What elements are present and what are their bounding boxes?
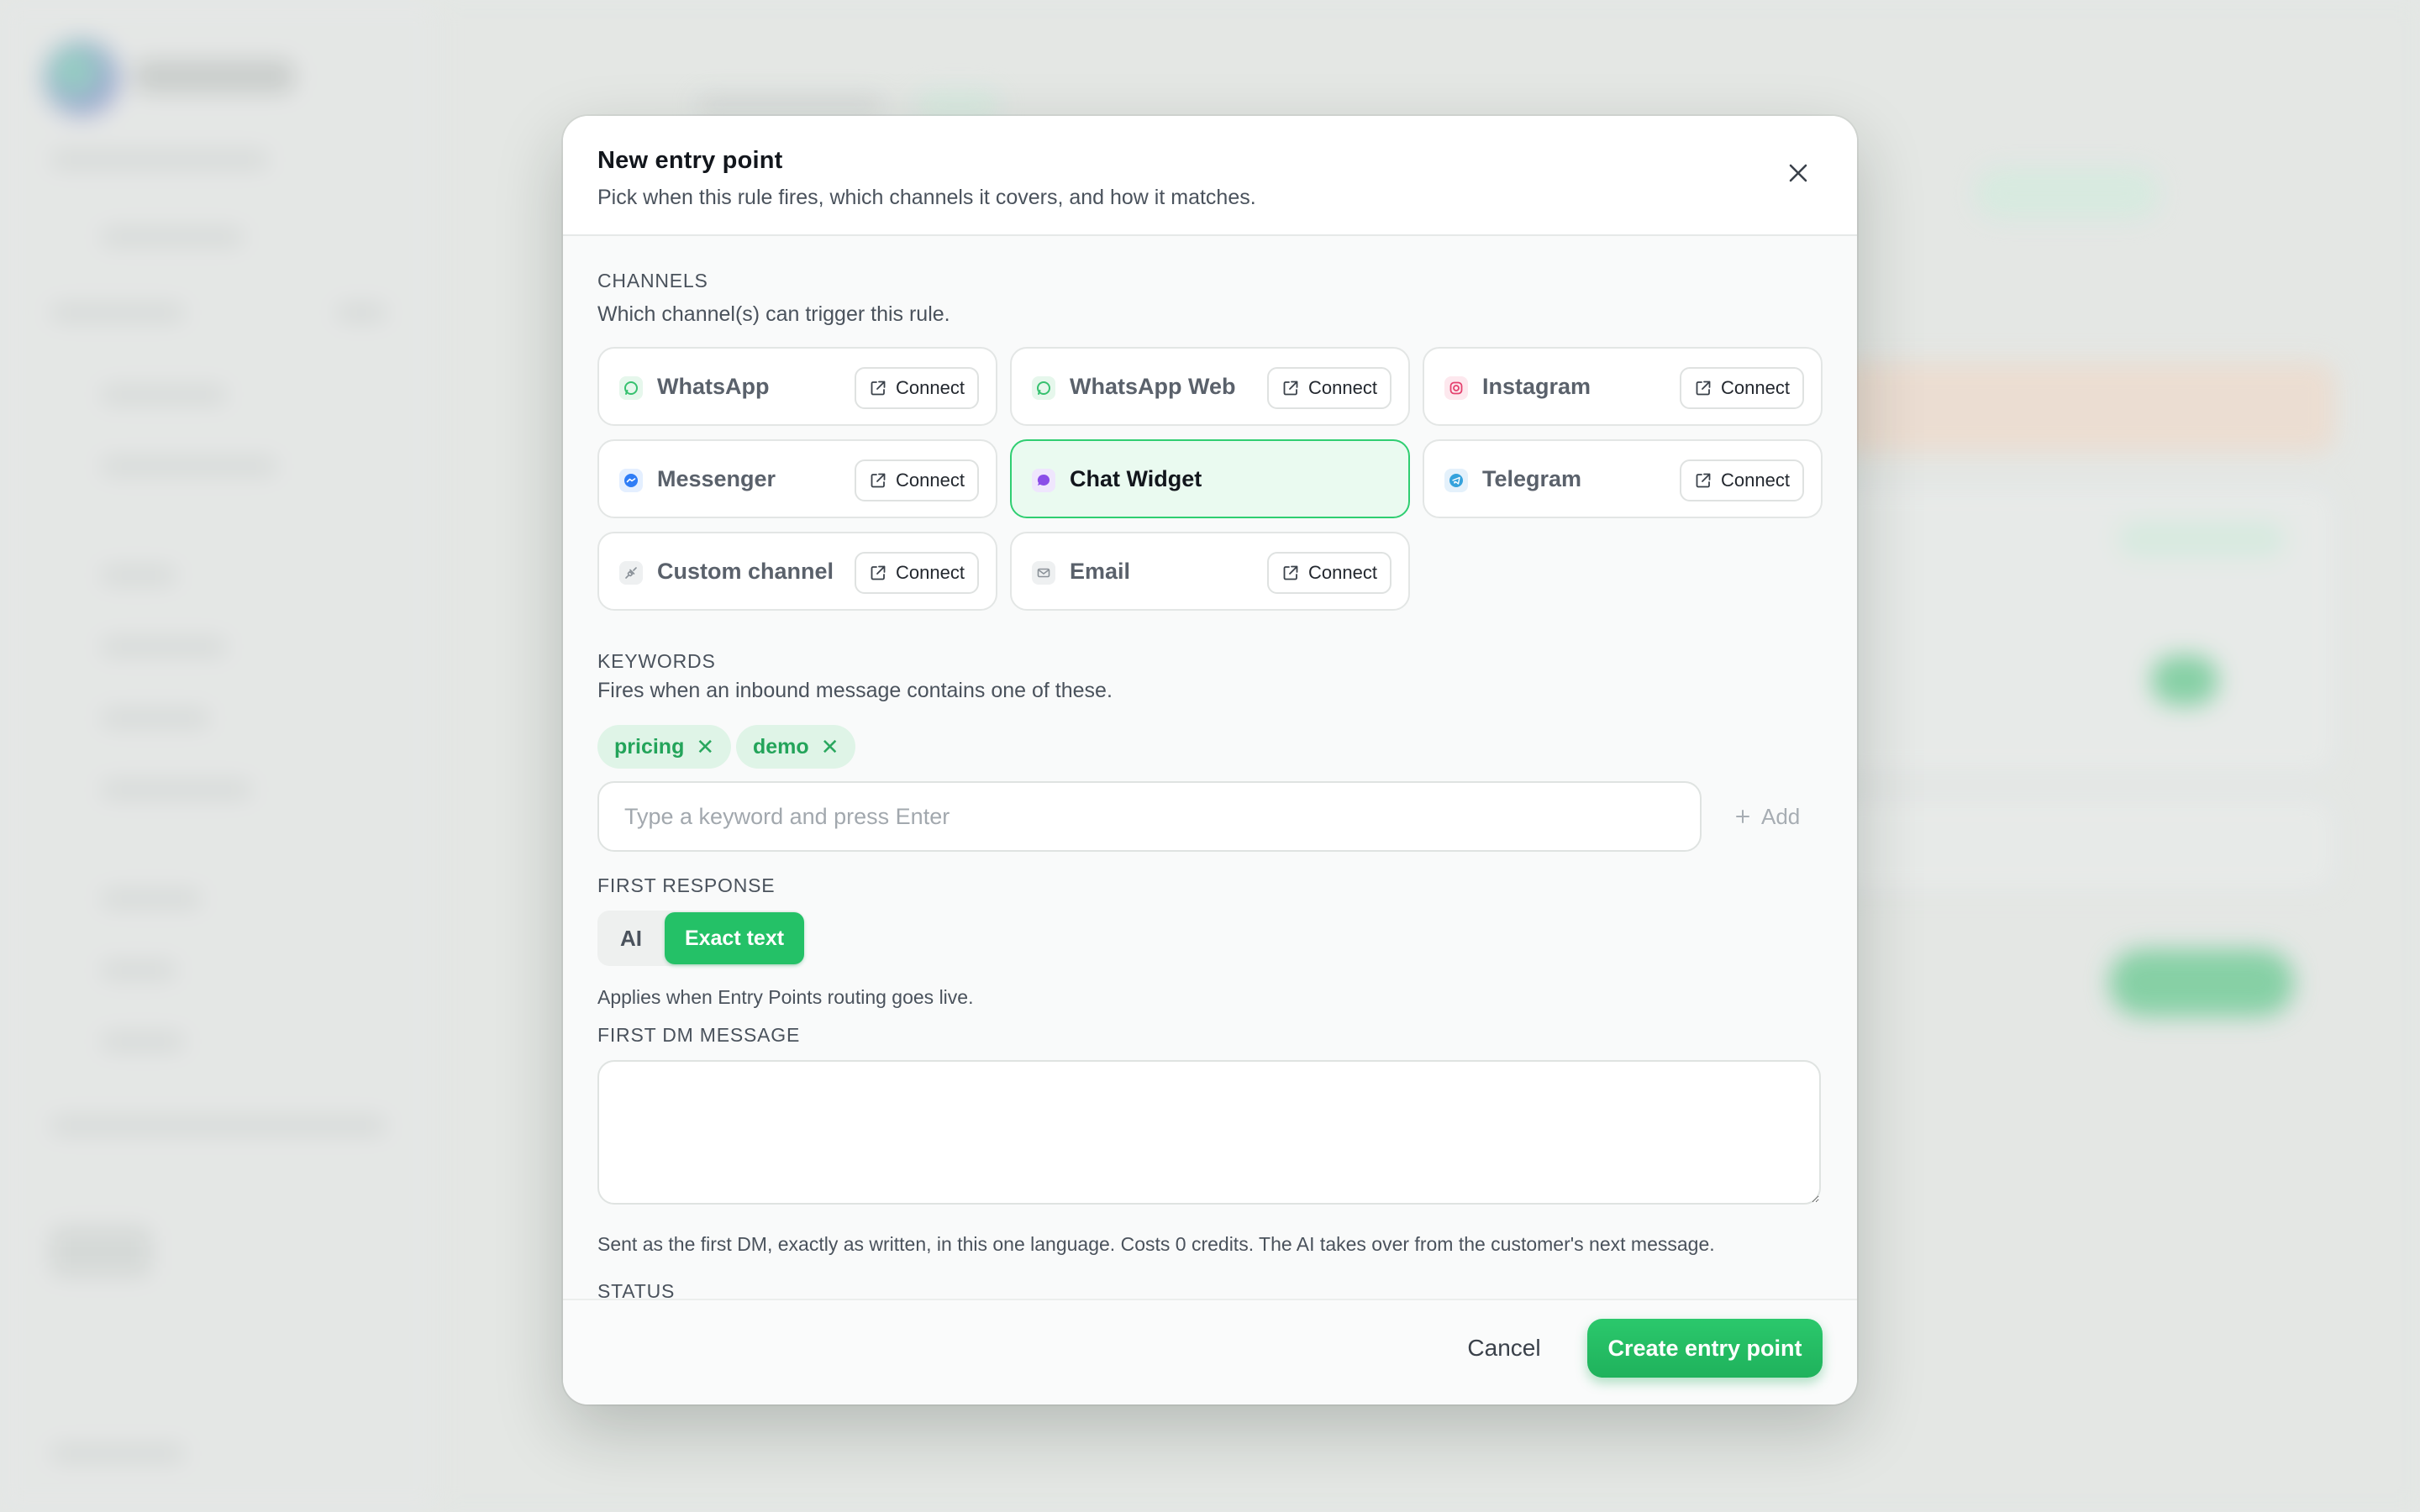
first-response-label: FIRST RESPONSE: [597, 874, 776, 896]
first-dm-label: FIRST DM MESSAGE: [597, 1024, 801, 1046]
plus-icon: [1736, 810, 1749, 823]
connect-button-whatsapp[interactable]: Connect: [855, 367, 979, 409]
keywords-label: KEYWORDS: [597, 650, 716, 672]
connect-label: Connect: [1308, 377, 1377, 398]
connect-label: Connect: [896, 377, 965, 398]
keywords-description: Fires when an inbound message contains o…: [597, 679, 1113, 702]
connect-button-messenger[interactable]: Connect: [855, 459, 979, 501]
whatsapp-icon: [619, 376, 643, 400]
keyword-input[interactable]: [597, 781, 1702, 852]
telegram-icon: [1444, 469, 1468, 492]
channels-description: Which channel(s) can trigger this rule.: [597, 302, 950, 326]
keyword-tag: pricing ✕: [597, 725, 732, 769]
connect-button-custom-channel[interactable]: Connect: [855, 552, 979, 594]
keyword-tag: demo ✕: [736, 725, 856, 769]
chat-widget-icon: [1032, 469, 1055, 492]
email-icon: [1032, 561, 1055, 585]
messenger-icon: [619, 469, 643, 492]
first-dm-textarea[interactable]: [597, 1060, 1821, 1205]
channel-card-chat-widget[interactable]: Chat Widget: [1010, 439, 1410, 518]
external-link-icon: [1283, 381, 1298, 396]
connect-label: Connect: [896, 562, 965, 583]
channel-name: Chat Widget: [1070, 466, 1202, 491]
connect-button-whatsapp-web[interactable]: Connect: [1267, 367, 1392, 409]
connect-button-instagram[interactable]: Connect: [1680, 367, 1804, 409]
channel-card-instagram[interactable]: Instagram Connect: [1423, 347, 1823, 426]
add-keyword-label: Add: [1761, 803, 1801, 829]
channel-name: Telegram: [1482, 466, 1582, 491]
first-response-toggle: AI Exact text: [597, 911, 804, 966]
channel-card-whatsapp-web[interactable]: WhatsApp Web Connect: [1010, 347, 1410, 426]
external-link-icon: [1696, 381, 1711, 396]
plug-icon: [619, 561, 643, 585]
connect-label: Connect: [1721, 377, 1790, 398]
channel-name: Messenger: [657, 466, 776, 491]
add-keyword-button[interactable]: Add: [1733, 793, 1800, 840]
instagram-icon: [1444, 376, 1468, 400]
connect-button-email[interactable]: Connect: [1267, 552, 1392, 594]
channel-name: WhatsApp Web: [1070, 374, 1236, 399]
modal-header: New entry point Pick when this rule fire…: [563, 116, 1857, 236]
external-link-icon: [871, 565, 886, 580]
channel-name: Instagram: [1482, 374, 1591, 399]
channel-card-custom-channel[interactable]: Custom channel Connect: [597, 532, 997, 611]
connect-label: Connect: [1721, 470, 1790, 491]
external-link-icon: [1283, 565, 1298, 580]
cancel-button[interactable]: Cancel: [1454, 1319, 1555, 1378]
channel-card-telegram[interactable]: Telegram Connect: [1423, 439, 1823, 518]
channel-card-messenger[interactable]: Messenger Connect: [597, 439, 997, 518]
external-link-icon: [871, 381, 886, 396]
remove-tag-icon[interactable]: ✕: [696, 734, 714, 760]
connect-label: Connect: [896, 470, 965, 491]
external-link-icon: [871, 473, 886, 488]
channel-card-email[interactable]: Email Connect: [1010, 532, 1410, 611]
create-entry-point-button[interactable]: Create entry point: [1587, 1319, 1823, 1378]
first-response-note: Applies when Entry Points routing goes l…: [597, 986, 974, 1008]
channel-card-whatsapp[interactable]: WhatsApp Connect: [597, 347, 997, 426]
whatsapp-web-icon: [1032, 376, 1055, 400]
keyword-tag-label: pricing: [614, 734, 685, 759]
close-button[interactable]: [1776, 151, 1820, 195]
modal-title: New entry point: [597, 147, 783, 174]
option-exact-text[interactable]: Exact text: [665, 912, 804, 964]
remove-tag-icon[interactable]: ✕: [821, 734, 839, 760]
channel-name: Custom channel: [657, 559, 834, 584]
keyword-tag-label: demo: [753, 734, 809, 759]
new-entry-point-modal: New entry point Pick when this rule fire…: [563, 116, 1857, 1404]
connect-label: Connect: [1308, 562, 1377, 583]
channel-name: WhatsApp: [657, 374, 770, 399]
first-dm-note: Sent as the first DM, exactly as written…: [597, 1233, 1715, 1255]
close-icon: [1789, 164, 1807, 182]
modal-subtitle: Pick when this rule fires, which channel…: [597, 186, 1256, 209]
connect-button-telegram[interactable]: Connect: [1680, 459, 1804, 501]
external-link-icon: [1696, 473, 1711, 488]
channel-name: Email: [1070, 559, 1131, 584]
channels-label: CHANNELS: [597, 270, 708, 291]
option-ai[interactable]: AI: [597, 911, 665, 966]
